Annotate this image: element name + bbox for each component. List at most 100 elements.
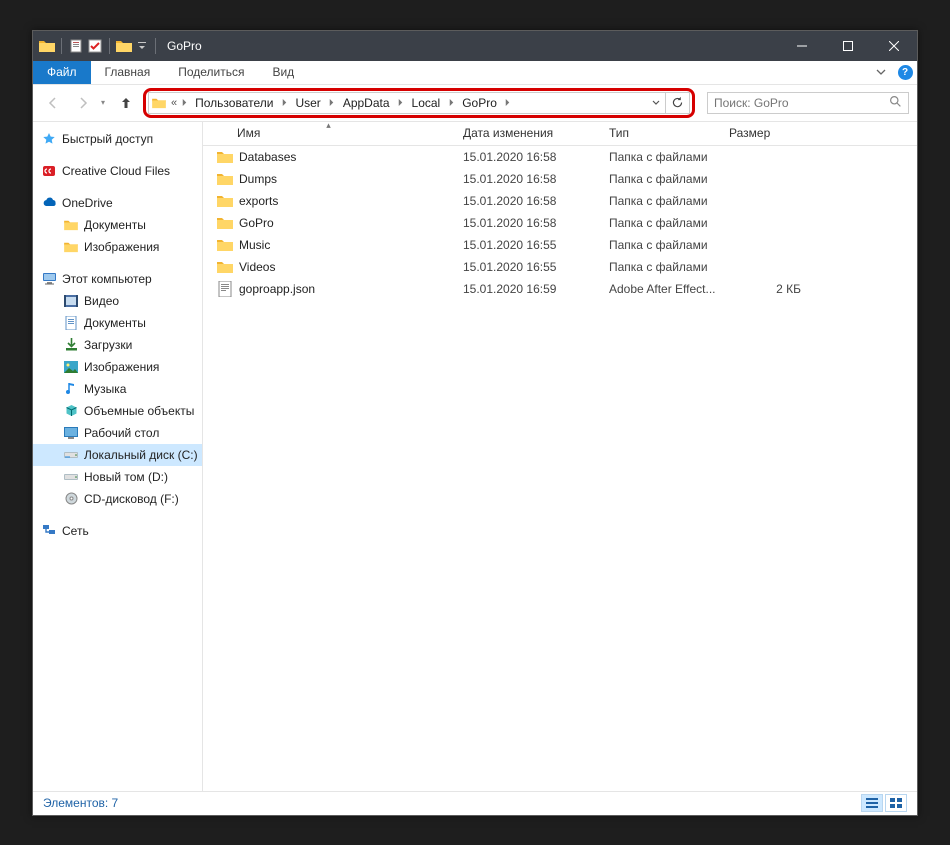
file-list[interactable]: Databases15.01.2020 16:58Папка с файлами…	[203, 146, 917, 791]
file-type: Папка с файлами	[601, 194, 721, 208]
sidebar-this-pc[interactable]: Этот компьютер	[33, 268, 202, 290]
file-name: exports	[239, 194, 278, 208]
breadcrumb-segment[interactable]: GoPro	[456, 93, 503, 113]
pc-icon	[41, 271, 57, 287]
file-row[interactable]: Music15.01.2020 16:55Папка с файлами	[203, 234, 917, 256]
file-date: 15.01.2020 16:55	[455, 238, 601, 252]
chevron-right-icon[interactable]	[503, 93, 513, 113]
sidebar-pc-3d[interactable]: Объемные объекты	[33, 400, 202, 422]
view-icons-button[interactable]	[885, 794, 907, 812]
docs-icon	[63, 315, 79, 331]
address-bar[interactable]: « Пользователи User AppData Local GoPro	[148, 92, 666, 114]
search-icon[interactable]	[889, 95, 902, 111]
refresh-button[interactable]	[666, 92, 690, 114]
sidebar-item-label: Документы	[84, 218, 146, 232]
chevron-right-icon[interactable]	[446, 93, 456, 113]
file-row[interactable]: exports15.01.2020 16:58Папка с файлами	[203, 190, 917, 212]
breadcrumb-segment[interactable]: User	[289, 93, 326, 113]
folder-icon	[39, 38, 55, 54]
column-headers[interactable]: ▴Имя Дата изменения Тип Размер	[203, 122, 917, 146]
minimize-button[interactable]	[779, 31, 825, 61]
address-dropdown-icon[interactable]	[647, 99, 665, 107]
back-button[interactable]	[41, 91, 65, 115]
folder-icon	[217, 149, 233, 165]
sidebar-onedrive-pics[interactable]: Изображения	[33, 236, 202, 258]
breadcrumb-segment[interactable]: AppData	[337, 93, 396, 113]
file-type: Папка с файлами	[601, 216, 721, 230]
qat-check-icon[interactable]	[87, 38, 103, 54]
sidebar-item-label: Быстрый доступ	[62, 132, 153, 146]
breadcrumb-root-icon[interactable]	[149, 97, 169, 109]
file-row[interactable]: GoPro15.01.2020 16:58Папка с файлами	[203, 212, 917, 234]
sidebar-item-label: Изображения	[84, 240, 159, 254]
breadcrumb-segment[interactable]: Пользователи	[189, 93, 279, 113]
sidebar-item-label: Локальный диск (C:)	[84, 448, 198, 462]
sidebar-pc-cdrom[interactable]: CD-дисковод (F:)	[33, 488, 202, 510]
chevron-right-icon[interactable]	[179, 93, 189, 113]
col-type[interactable]: Тип	[601, 122, 721, 145]
sidebar-quick-access[interactable]: Быстрый доступ	[33, 128, 202, 150]
forward-button[interactable]	[71, 91, 95, 115]
sidebar-pc-music[interactable]: Музыка	[33, 378, 202, 400]
search-input[interactable]	[714, 96, 889, 110]
chevron-right-icon[interactable]	[279, 93, 289, 113]
video-icon	[63, 293, 79, 309]
help-icon[interactable]: ?	[893, 61, 917, 84]
search-box[interactable]	[707, 92, 909, 114]
sidebar-creative-cloud[interactable]: Creative Cloud Files	[33, 160, 202, 182]
file-row[interactable]: Videos15.01.2020 16:55Папка с файлами	[203, 256, 917, 278]
folder-icon	[217, 193, 233, 209]
sidebar-pc-pictures[interactable]: Изображения	[33, 356, 202, 378]
folder-icon	[63, 217, 79, 233]
cc-icon	[41, 163, 57, 179]
col-date[interactable]: Дата изменения	[455, 122, 601, 145]
sidebar-pc-docs[interactable]: Документы	[33, 312, 202, 334]
sidebar-item-label: Видео	[84, 294, 119, 308]
sidebar-pc-desktop[interactable]: Рабочий стол	[33, 422, 202, 444]
sidebar-onedrive[interactable]: OneDrive	[33, 192, 202, 214]
folder-icon	[217, 237, 233, 253]
ribbon-expand-icon[interactable]	[869, 61, 893, 84]
tab-home[interactable]: Главная	[91, 61, 165, 84]
sidebar-network[interactable]: Сеть	[33, 520, 202, 542]
sidebar-pc-drive-d[interactable]: Новый том (D:)	[33, 466, 202, 488]
properties-icon[interactable]	[68, 38, 84, 54]
col-name[interactable]: ▴Имя	[203, 122, 455, 145]
file-row[interactable]: Databases15.01.2020 16:58Папка с файлами	[203, 146, 917, 168]
view-details-button[interactable]	[861, 794, 883, 812]
chevron-right-icon[interactable]	[396, 93, 406, 113]
sidebar-item-label: Новый том (D:)	[84, 470, 168, 484]
desktop-icon	[63, 425, 79, 441]
cube-icon	[63, 403, 79, 419]
sidebar-pc-video[interactable]: Видео	[33, 290, 202, 312]
up-button[interactable]	[115, 92, 137, 114]
sidebar-item-label: Сеть	[62, 524, 89, 538]
folder-icon	[217, 171, 233, 187]
maximize-button[interactable]	[825, 31, 871, 61]
tab-file[interactable]: Файл	[33, 61, 91, 84]
chevron-right-icon[interactable]	[327, 93, 337, 113]
tab-view[interactable]: Вид	[258, 61, 308, 84]
file-name: goproapp.json	[239, 282, 315, 296]
nav-row: ▾ « Пользователи User AppData Local GoPro	[33, 85, 917, 121]
music-icon	[63, 381, 79, 397]
close-button[interactable]	[871, 31, 917, 61]
folder-icon	[217, 215, 233, 231]
nav-tree[interactable]: Быстрый доступ Creative Cloud Files OneD…	[33, 122, 203, 791]
sidebar-pc-downloads[interactable]: Загрузки	[33, 334, 202, 356]
qat-dropdown-icon[interactable]	[135, 38, 149, 54]
file-type: Папка с файлами	[601, 172, 721, 186]
file-name: Databases	[239, 150, 296, 164]
file-row[interactable]: goproapp.json15.01.2020 16:59Adobe After…	[203, 278, 917, 300]
breadcrumb-segment[interactable]: Local	[406, 93, 447, 113]
file-row[interactable]: Dumps15.01.2020 16:58Папка с файлами	[203, 168, 917, 190]
file-icon	[217, 281, 233, 297]
sidebar-pc-drive-c[interactable]: Локальный диск (C:)	[33, 444, 202, 466]
sidebar-onedrive-docs[interactable]: Документы	[33, 214, 202, 236]
tab-share[interactable]: Поделиться	[164, 61, 258, 84]
sidebar-item-label: Creative Cloud Files	[62, 164, 170, 178]
history-dropdown-icon[interactable]: ▾	[101, 98, 105, 107]
col-size[interactable]: Размер	[721, 122, 811, 145]
breadcrumb-overflow[interactable]: «	[169, 97, 179, 109]
titlebar[interactable]: GoPro	[33, 31, 917, 61]
